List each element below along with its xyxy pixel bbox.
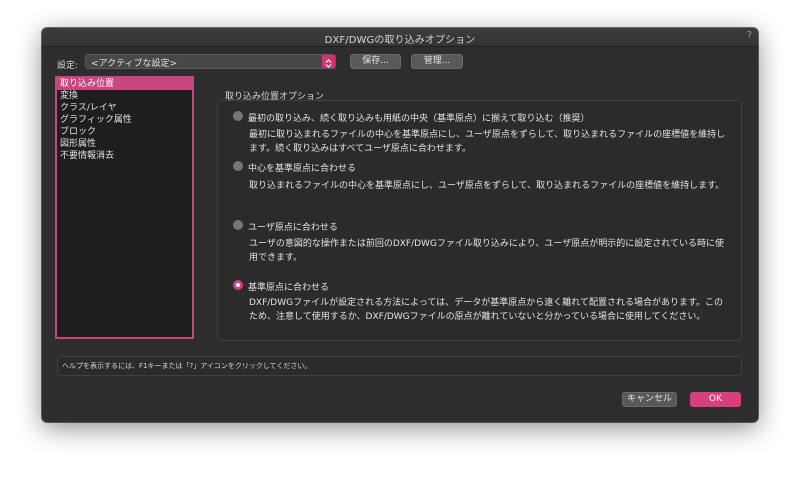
- settings-dropdown-value: <アクティブな設定>: [91, 59, 178, 69]
- category-item-blocks[interactable]: ブロック: [57, 126, 192, 138]
- radio-user-origin[interactable]: [233, 220, 243, 230]
- help-icon[interactable]: ?: [747, 30, 752, 41]
- settings-dropdown[interactable]: <アクティブな設定>: [85, 54, 336, 69]
- help-hint-bar: ヘルプを表示するには、F1キーまたは「?」アイコンをクリックしてください。: [57, 356, 742, 376]
- option-label: 中心を基準原点に合わせる: [248, 164, 357, 174]
- category-item-class-layer[interactable]: クラス/レイヤ: [57, 102, 192, 114]
- cancel-button[interactable]: キャンセル: [622, 392, 677, 407]
- option-label: 最初の取り込み、続く取り込みも用紙の中央（基準原点）に揃えて取り込む（推奨）: [248, 114, 590, 124]
- option-description: ます。続く取り込みはすべてユーザ原点に合わせます。: [249, 144, 472, 154]
- dropdown-arrows-icon: [322, 55, 335, 68]
- option-description: 用できます。: [249, 253, 303, 263]
- option-description: ユーザの意図的な操作または前回のDXF/DWGファイル取り込みにより、ユーザ原点…: [249, 239, 724, 249]
- category-item-conversion[interactable]: 変換: [57, 90, 192, 102]
- option-label: ユーザ原点に合わせる: [248, 223, 338, 233]
- title-bar: DXF/DWGの取り込みオプション ?: [42, 28, 758, 47]
- category-item-graphic-attributes[interactable]: グラフィック属性: [57, 114, 192, 126]
- manage-button[interactable]: 管理...: [411, 54, 463, 69]
- help-hint-text: ヘルプを表示するには、F1キーまたは「?」アイコンをクリックしてください。: [62, 362, 312, 370]
- radio-center-to-origin[interactable]: [233, 161, 243, 171]
- option-description: ため、注意して使用するか、DXF/DWGファイルの原点が離れていないと分かってい…: [249, 312, 706, 322]
- option-description: 取り込まれるファイルの中心を基準原点にし、ユーザ原点をずらして、取り込まれるファ…: [249, 181, 725, 191]
- save-button[interactable]: 保存...: [350, 54, 401, 69]
- category-list[interactable]: 取り込み位置 変換 クラス/レイヤ グラフィック属性 ブロック 図形属性 不要情…: [55, 76, 194, 339]
- category-item-import-position[interactable]: 取り込み位置: [57, 78, 192, 90]
- category-item-shape-attributes[interactable]: 図形属性: [57, 138, 192, 150]
- ok-button[interactable]: OK: [690, 392, 741, 407]
- option-description: 最初に取り込まれるファイルの中心を基準原点にし、ユーザ原点をずらして、取り込まれ…: [249, 130, 726, 140]
- option-label: 基準原点に合わせる: [248, 283, 330, 293]
- option-description: DXF/DWGファイルが設定される方法によっては、データが基準原点から遠く離れて…: [249, 298, 724, 308]
- window-title: DXF/DWGの取り込みオプション: [324, 35, 476, 46]
- category-item-purge[interactable]: 不要情報消去: [57, 150, 192, 162]
- import-options-dialog: DXF/DWGの取り込みオプション ? 設定: <アクティブな設定> 保存...…: [42, 28, 758, 422]
- radio-center-first-import[interactable]: [233, 111, 243, 121]
- radio-internal-origin[interactable]: [233, 280, 243, 290]
- settings-label: 設定:: [57, 61, 79, 71]
